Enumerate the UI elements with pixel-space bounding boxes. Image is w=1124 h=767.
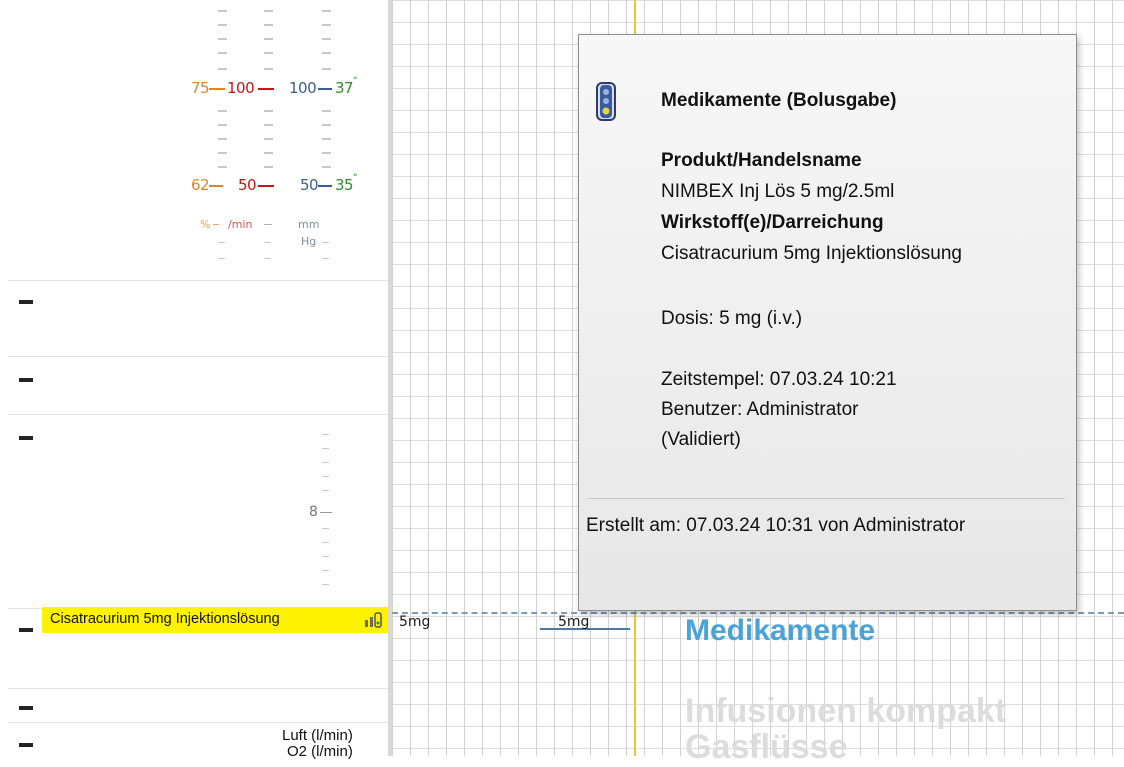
section-title-gasfluesse: Gasflüsse bbox=[685, 728, 848, 766]
status-text: (Validiert) bbox=[661, 429, 741, 450]
collapse-button-row-2[interactable] bbox=[19, 378, 33, 382]
bp-bottom-value: 50 bbox=[300, 176, 319, 194]
user-text: Benutzer: Administrator bbox=[661, 399, 859, 420]
temperature-bottom-value: 35 bbox=[335, 176, 354, 194]
left-panel: 75 100 100 37 ° 62 50 50 35 ° % /min mm … bbox=[0, 0, 390, 760]
dose-text: Dosis: 5 mg (i.v.) bbox=[661, 308, 803, 329]
section-title-infusionen: Infusionen kompakt bbox=[685, 692, 1007, 730]
product-value: NIMBEX Inj Lös 5 mg/2.5ml bbox=[661, 181, 895, 202]
substance-heading: Wirkstoff(e)/Darreichung bbox=[661, 212, 884, 233]
dose-label-1[interactable]: 5mg bbox=[399, 614, 430, 630]
bp-unit-line1: mm bbox=[298, 218, 320, 231]
gas-label-air: Luft (l/min) bbox=[282, 727, 353, 744]
degree-superscript: ° bbox=[353, 76, 358, 86]
dose-label-2[interactable]: 5mg bbox=[558, 614, 589, 630]
traffic-light-icon bbox=[596, 82, 616, 122]
bp-unit-line2: Hg bbox=[301, 235, 317, 248]
medication-tooltip: Medikamente (Bolusgabe) Produkt/Handelsn… bbox=[578, 34, 1077, 611]
collapse-button-row-6[interactable] bbox=[19, 743, 33, 747]
collapse-button-row-1[interactable] bbox=[19, 300, 33, 304]
spo2-bottom-value: 62 bbox=[191, 176, 210, 194]
secondary-scale-value: 8 bbox=[309, 504, 318, 520]
heart-rate-bottom-value: 50 bbox=[238, 176, 257, 194]
medication-row-label: Cisatracurium 5mg Injektionslösung bbox=[50, 611, 280, 627]
section-title-medikamente: Medikamente bbox=[685, 614, 876, 647]
collapse-button-medication[interactable] bbox=[19, 628, 33, 632]
collapse-button-row-3[interactable] bbox=[19, 436, 33, 440]
tooltip-title: Medikamente (Bolusgabe) bbox=[661, 90, 897, 111]
gas-label-o2: O2 (l/min) bbox=[287, 743, 353, 760]
bp-top-value: 100 bbox=[289, 79, 317, 97]
tooltip-divider bbox=[587, 498, 1065, 499]
temperature-top-value: 37 bbox=[335, 79, 354, 97]
heart-rate-top-value: 100 bbox=[227, 79, 255, 97]
created-text: Erstellt am: 07.03.24 10:31 von Administ… bbox=[586, 515, 966, 536]
spo2-top-value: 75 bbox=[191, 79, 210, 97]
spo2-unit: % bbox=[200, 218, 211, 231]
timestamp-text: Zeitstempel: 07.03.24 10:21 bbox=[661, 369, 897, 390]
degree-superscript: ° bbox=[353, 173, 358, 183]
infusion-signal-icon bbox=[364, 612, 384, 628]
collapse-button-row-5[interactable] bbox=[19, 706, 33, 710]
substance-value: Cisatracurium 5mg Injektionslösung bbox=[661, 243, 962, 264]
product-heading: Produkt/Handelsname bbox=[661, 150, 862, 171]
medication-row[interactable]: Cisatracurium 5mg Injektionslösung bbox=[42, 607, 388, 633]
heart-rate-unit: /min bbox=[228, 218, 253, 231]
